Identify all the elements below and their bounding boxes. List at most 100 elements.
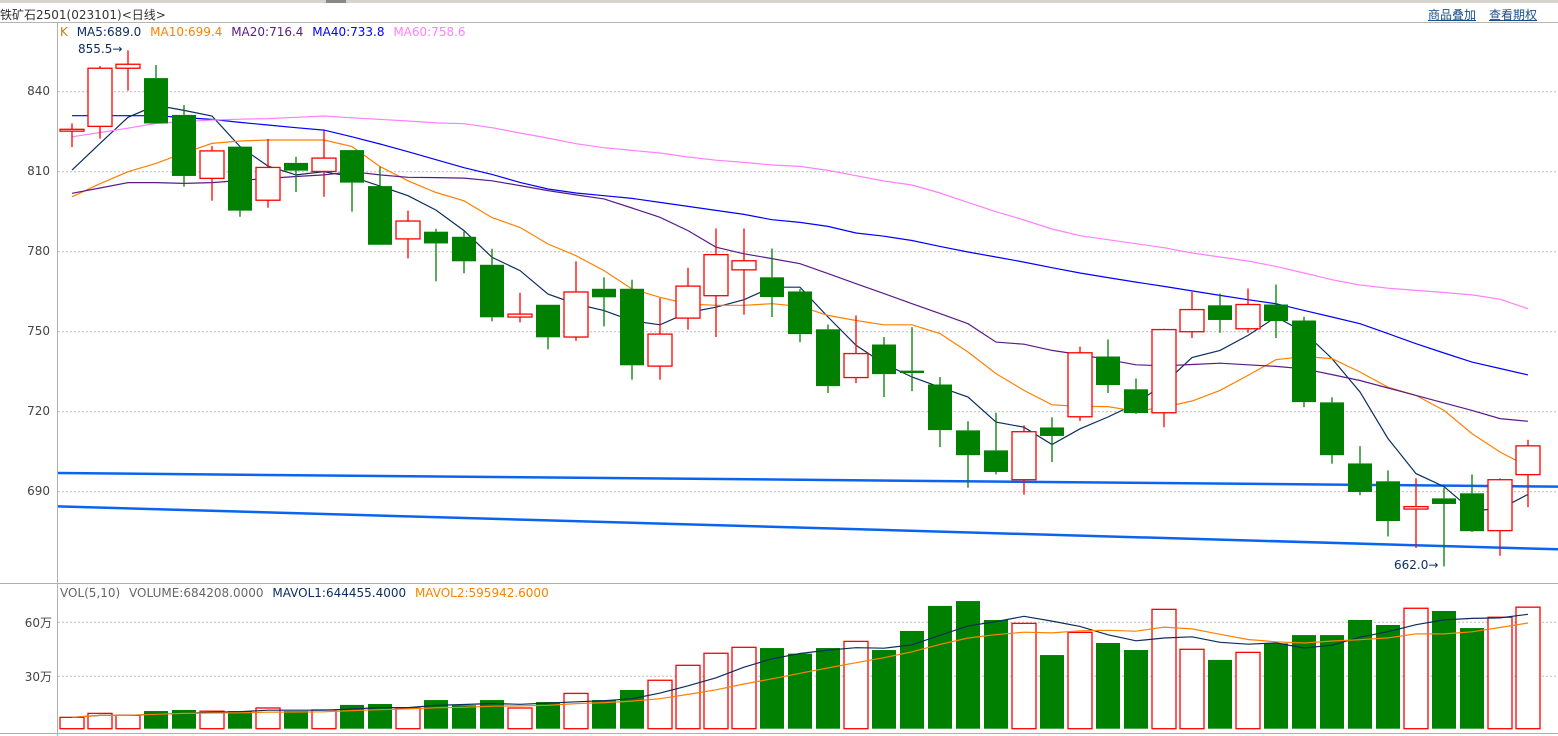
volume-bar-down — [760, 648, 784, 729]
price-tick-label: 840 — [27, 83, 50, 98]
mavol2-value: MAVOL2:595942.6000 — [414, 586, 549, 600]
volume-bar-up — [395, 707, 421, 730]
legend-ma10: MA10:699.4 — [150, 25, 223, 39]
volume-bar-down — [872, 650, 896, 729]
candle-body-up — [59, 128, 85, 132]
volume-bar-up — [1487, 616, 1513, 730]
candle-body-up — [311, 157, 337, 173]
candle-body-down — [452, 236, 476, 262]
volume-bar-down — [1096, 643, 1120, 729]
candle-body-down — [816, 329, 840, 387]
volume-bar-up — [115, 714, 141, 730]
candle-body-up — [1235, 303, 1261, 330]
ma-line-ma60 — [71, 115, 1529, 310]
candle-body-down — [788, 291, 812, 335]
high-price-marker: 855.5→ — [78, 42, 123, 57]
candle-body-up — [1403, 505, 1429, 510]
candle-body-up — [843, 352, 869, 379]
candlestick-chart[interactable] — [0, 0, 1558, 736]
volume-bar-down — [1376, 625, 1400, 729]
price-tick-label: 810 — [27, 163, 50, 178]
candle-body-down — [1432, 498, 1456, 504]
trendline-upper-support — [57, 471, 1558, 488]
volume-bar-up — [675, 664, 701, 730]
volume-bar-down — [592, 700, 616, 729]
volume-bar-down — [928, 605, 952, 729]
volume-bar-up — [1067, 631, 1093, 730]
volume-bar-down — [1208, 659, 1232, 729]
legend-ma60: MA60:758.6 — [393, 25, 466, 39]
volume-bar-down — [1320, 635, 1344, 729]
legend-ma5: MA5:689.0 — [76, 25, 142, 39]
candle-body-up — [255, 166, 281, 201]
volume-bar-down — [1348, 619, 1372, 729]
volume-bar-up — [311, 709, 337, 730]
candle-body-up — [1487, 479, 1513, 532]
candle-body-up — [87, 67, 113, 128]
candle-body-up — [703, 253, 729, 297]
candle-body-down — [144, 78, 168, 124]
candle-body-down — [228, 146, 252, 211]
candle-body-down — [928, 384, 952, 431]
candle-body-down — [1096, 356, 1120, 386]
candle-body-down — [900, 370, 924, 374]
candle-body-up — [1067, 352, 1093, 418]
volume-bar-up — [59, 716, 85, 730]
candle-body-up — [731, 260, 757, 271]
volume-bar-up — [1179, 648, 1205, 730]
volume-bar-down — [620, 689, 644, 729]
volume-bar-up — [731, 646, 757, 730]
volume-bar-up — [199, 710, 225, 730]
volume-bar-down — [424, 700, 448, 729]
volume-bar-down — [1460, 628, 1484, 729]
candle-body-up — [563, 291, 589, 338]
candle-body-up — [199, 150, 225, 180]
volume-value: VOLUME:684208.0000 — [129, 586, 264, 600]
volume-bar-up — [507, 707, 533, 730]
volume-tick-label: 30万 — [24, 670, 52, 685]
candle-body-down — [480, 264, 504, 318]
candle-body-up — [395, 220, 421, 240]
volume-tick-label: 60万 — [24, 616, 52, 631]
candle-body-down — [284, 162, 308, 171]
volume-bar-up — [1011, 622, 1037, 730]
price-tick-label: 720 — [27, 403, 50, 418]
candle-body-down — [620, 288, 644, 366]
volume-bar-down — [816, 648, 840, 729]
candle-body-down — [760, 277, 784, 298]
low-price-marker: 662.0→ — [1394, 558, 1439, 573]
candle-body-up — [1151, 328, 1177, 414]
candle-body-down — [1124, 389, 1148, 414]
price-tick-label: 690 — [27, 483, 50, 498]
candle-body-down — [956, 430, 980, 456]
price-tick-label: 750 — [27, 323, 50, 338]
candle-body-down — [984, 450, 1008, 472]
volume-bar-up — [843, 640, 869, 730]
volume-bar-down — [1292, 635, 1316, 729]
legend-ma20: MA20:716.4 — [231, 25, 304, 39]
vol-indicator-label: VOL(5,10) — [60, 586, 121, 600]
volume-bar-up — [1515, 606, 1541, 730]
price-tick-label: 780 — [27, 243, 50, 258]
volume-bar-down — [788, 653, 812, 729]
candle-body-up — [675, 285, 701, 319]
candle-body-down — [1264, 304, 1288, 322]
candle-body-down — [872, 344, 896, 375]
candle-body-up — [1515, 445, 1541, 476]
mavol1-value: MAVOL1:644455.4000 — [272, 586, 407, 600]
candle-body-down — [1348, 463, 1372, 492]
volume-bar-down — [984, 619, 1008, 729]
volume-bar-down — [1040, 655, 1064, 729]
volume-bar-down — [1264, 643, 1288, 729]
candle-body-down — [424, 231, 448, 244]
volume-bar-up — [563, 692, 589, 730]
candle-body-down — [340, 150, 364, 183]
volume-bar-down — [228, 711, 252, 729]
ma-legend: K MA5:689.0 MA10:699.4 MA20:716.4 MA40:7… — [60, 25, 471, 39]
volume-bar-up — [1235, 651, 1261, 730]
candle-body-up — [507, 313, 533, 318]
volume-bar-down — [1432, 610, 1456, 729]
candle-body-down — [536, 304, 560, 338]
candle-body-down — [1320, 402, 1344, 456]
legend-ma40: MA40:733.8 — [312, 25, 385, 39]
